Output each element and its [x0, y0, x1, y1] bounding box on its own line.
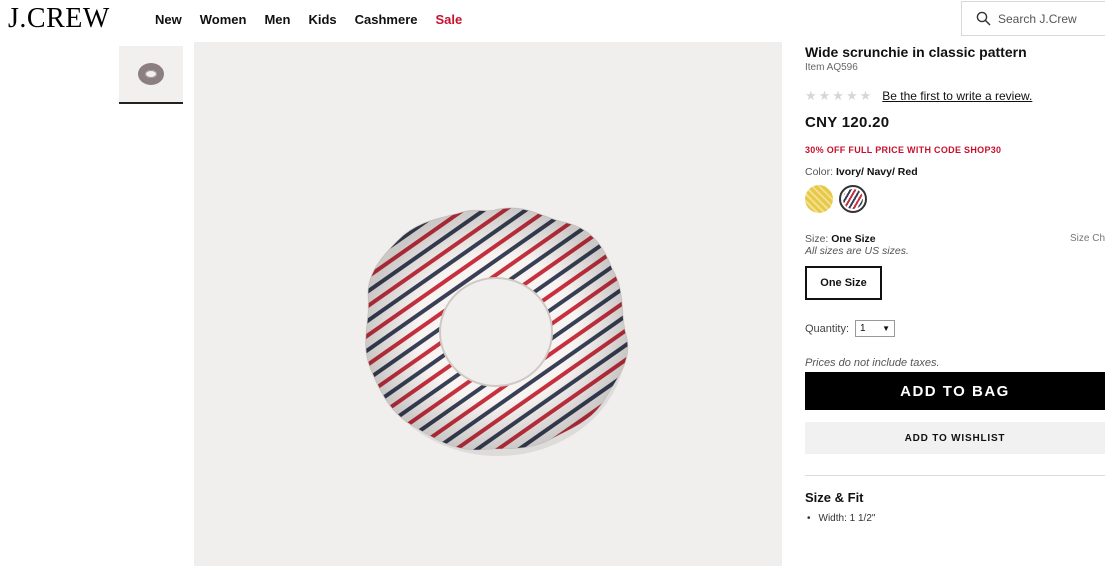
search-placeholder: Search J.Crew [998, 11, 1077, 26]
size-fit-item: Width: 1 1/2" [818, 513, 876, 524]
product-title: Wide scrunchie in classic pattern [805, 44, 1027, 60]
size-fit-title: Size & Fit [805, 490, 864, 505]
color-value: Ivory/ Navy/ Red [835, 166, 918, 178]
item-number: Item AQ596 [805, 62, 858, 73]
search-input[interactable]: Search J.Crew [961, 1, 1105, 36]
quantity-label: Quantity: [805, 322, 850, 335]
tax-note: Prices do not include taxes. [805, 357, 940, 369]
swatch-yellow[interactable] [805, 185, 833, 213]
product-price: CNY 120.20 [805, 114, 890, 131]
scrunchie-image [364, 207, 629, 456]
quantity-value: 1 [860, 323, 866, 334]
nav-women[interactable]: Women [200, 12, 247, 27]
product-main-image[interactable] [194, 42, 782, 566]
nav-men[interactable]: Men [264, 12, 290, 27]
product-info-panel: Wide scrunchie in classic pattern Item A… [805, 44, 1105, 524]
nav-sale[interactable]: Sale [436, 12, 463, 27]
color-swatches [805, 185, 1105, 213]
quantity-select[interactable]: 1 ▼ [855, 320, 896, 337]
add-to-bag-button[interactable]: ADD TO BAG [805, 372, 1105, 410]
write-review-link[interactable]: Be the first to write a review. [882, 89, 1032, 103]
size-option-button[interactable]: One Size [805, 266, 882, 300]
add-to-wishlist-button[interactable]: ADD TO WISHLIST [805, 422, 1105, 454]
swatch-ivory-navy-red[interactable] [839, 185, 867, 213]
site-header: J.CREW New Women Men Kids Cashmere Sale … [0, 0, 1105, 42]
nav-cashmere[interactable]: Cashmere [355, 12, 418, 27]
size-value: One Size [831, 233, 876, 245]
search-icon [976, 11, 991, 26]
size-note: All sizes are US sizes. [805, 245, 909, 257]
size-label: Size: [805, 233, 829, 245]
product-thumbnail[interactable] [119, 46, 183, 104]
quantity-row: Quantity: 1 ▼ [805, 320, 1105, 337]
size-fit-list: • Width: 1 1/2" [805, 513, 1105, 524]
rating-stars-icon: ★★★★★ [805, 88, 874, 103]
size-chart-link[interactable]: Size Ch [1070, 233, 1105, 257]
color-label: Color: [805, 166, 834, 178]
jcrew-logo[interactable]: J.CREW [8, 4, 110, 34]
swatch-stripe-pattern [843, 189, 863, 209]
section-divider [805, 475, 1105, 476]
bullet-icon: • [807, 513, 811, 524]
main-nav: New Women Men Kids Cashmere Sale [155, 12, 462, 27]
size-label-row: Size: One Size All sizes are US sizes. S… [805, 233, 1105, 257]
review-row: ★★★★★ Be the first to write a review. [805, 88, 1105, 104]
color-label-row: Color: Ivory/ Navy/ Red [805, 166, 1105, 178]
nav-kids[interactable]: Kids [308, 12, 336, 27]
scrunchie-thumbnail-image [138, 63, 164, 85]
promo-message: 30% OFF FULL PRICE WITH CODE SHOP30 [805, 145, 1002, 155]
nav-new[interactable]: New [155, 12, 182, 27]
dropdown-arrow-icon: ▼ [882, 324, 891, 333]
